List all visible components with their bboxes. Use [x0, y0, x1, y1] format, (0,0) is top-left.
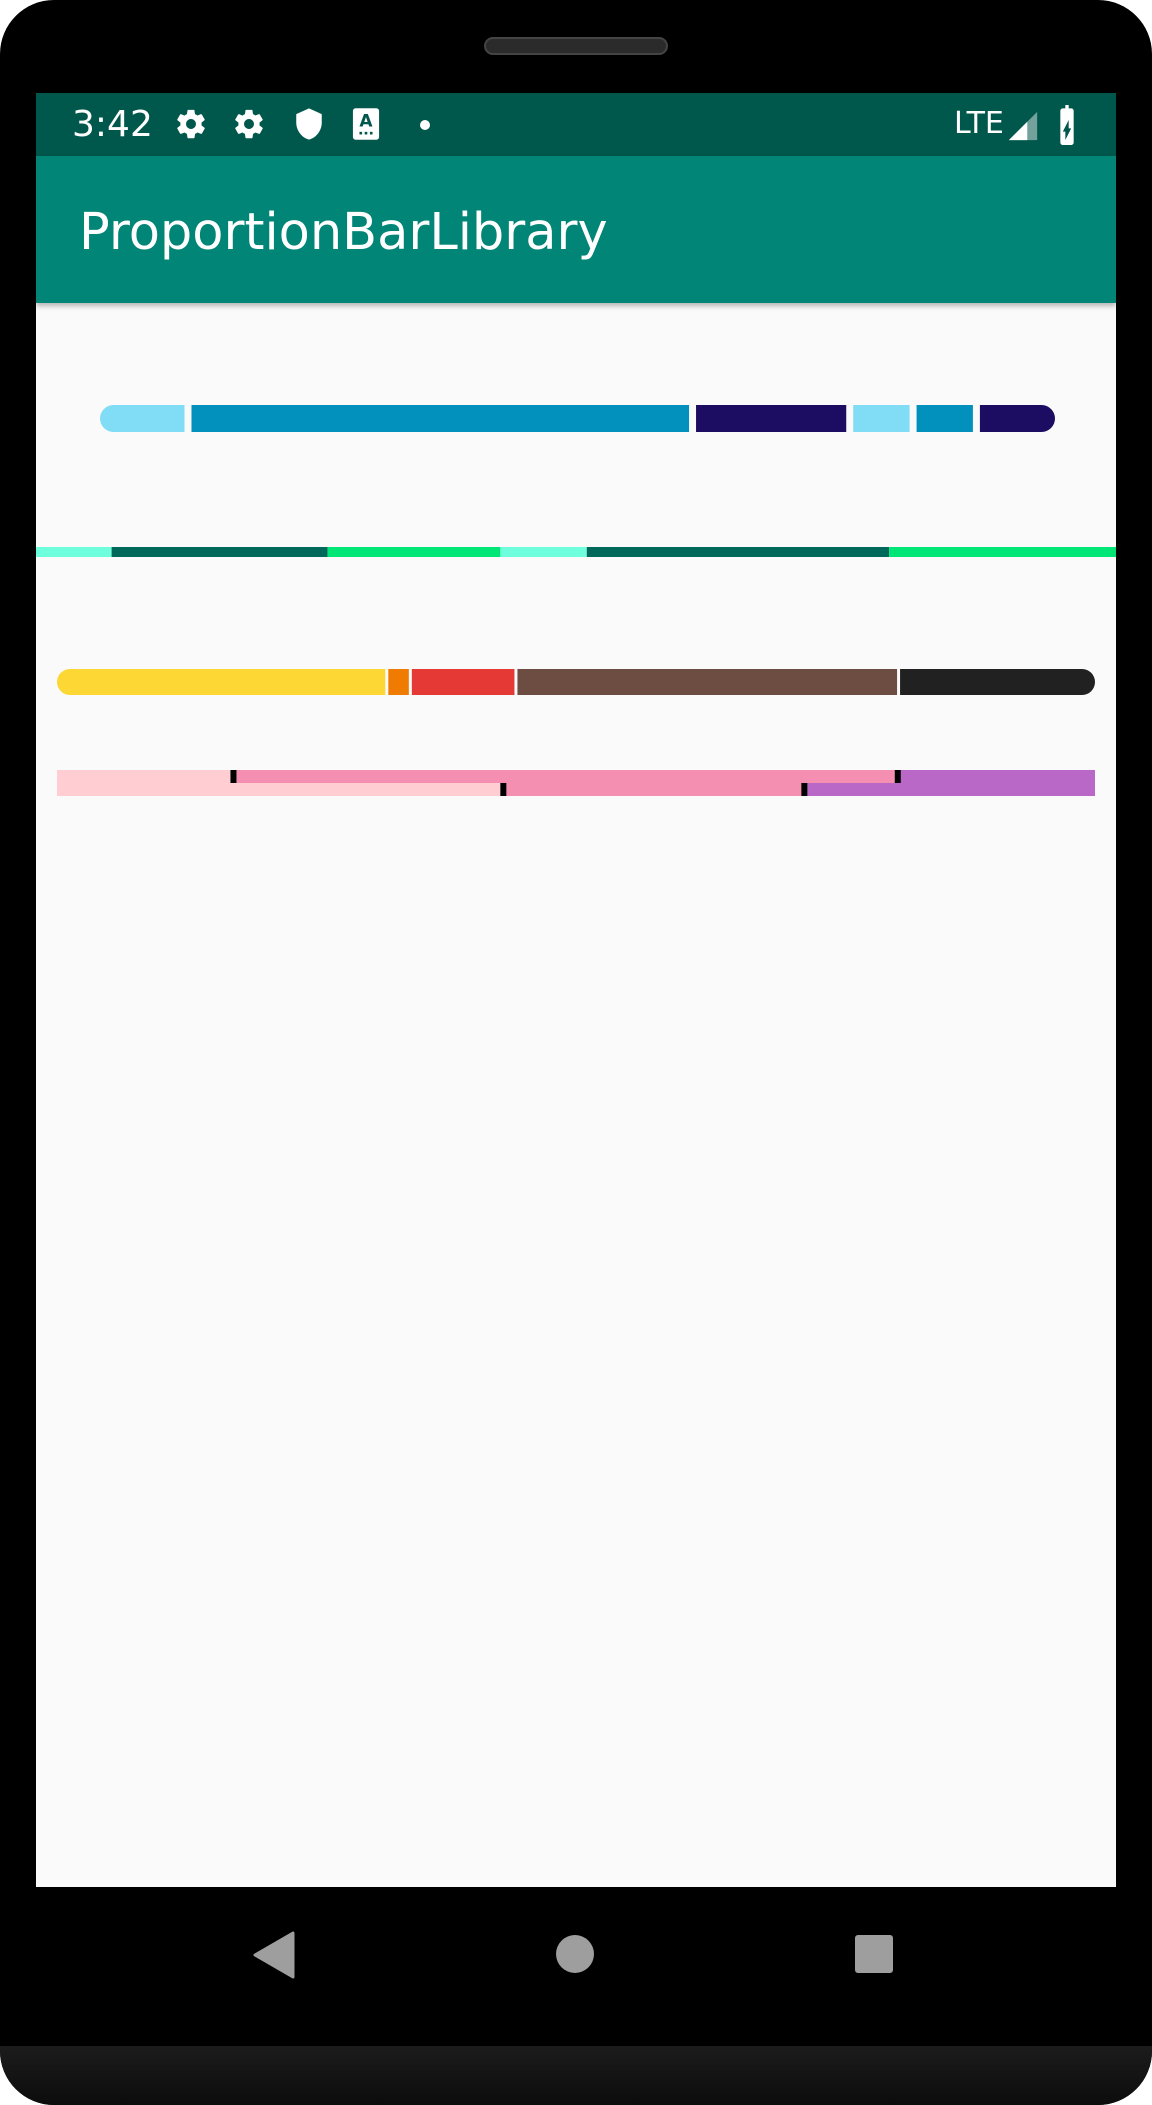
bar-2-segment [327, 547, 501, 557]
proportion-bar-3 [57, 669, 1095, 695]
home-icon[interactable] [555, 1934, 595, 1974]
proportion-bars-area [36, 405, 1116, 796]
earpiece-speaker [484, 37, 668, 55]
bar-2-segment [36, 547, 112, 557]
bar-2-segment [111, 547, 328, 557]
bar-2-segment [500, 547, 587, 557]
device-frame: 3:42 A LTE ProportionBarLibrary [0, 0, 1152, 2105]
bar-1-segment [696, 405, 847, 432]
bar-3-segment [57, 669, 386, 695]
bar-4-top-divider [230, 770, 237, 783]
bar-4-bottom-divider [500, 783, 507, 796]
recents-icon[interactable] [854, 1934, 894, 1974]
bar-2-segment [889, 547, 1116, 557]
bar-1-segment [979, 405, 1055, 432]
bar-3-segment [900, 669, 1095, 695]
bar-4-bottom-segment [57, 783, 504, 796]
back-icon[interactable] [253, 1931, 295, 1979]
bar-1-segment [853, 405, 910, 432]
proportion-bar-1 [100, 405, 1055, 432]
bar-4-bottom-segment [804, 783, 1095, 796]
bar-4-top-segment [897, 770, 1095, 783]
bar-1-segment [191, 405, 690, 432]
bar-3-segment [411, 669, 515, 695]
bar-3-segment [388, 669, 409, 695]
bar-1-segment [100, 405, 185, 432]
navigation-bar [36, 1887, 1116, 2046]
app-screen: 3:42 A LTE ProportionBarLibrary [36, 93, 1116, 1887]
bar-1-segment [916, 405, 973, 432]
bar-4-top-segment [57, 770, 234, 783]
bar-4-top-segment [233, 770, 898, 783]
device-chin [0, 2046, 1152, 2105]
bar-4-bottom-segment [503, 783, 805, 796]
bar-2-segment [586, 547, 890, 557]
bar-4-bottom-divider [801, 783, 808, 796]
bar-3-segment [517, 669, 898, 695]
bar-4-top-divider [894, 770, 901, 783]
